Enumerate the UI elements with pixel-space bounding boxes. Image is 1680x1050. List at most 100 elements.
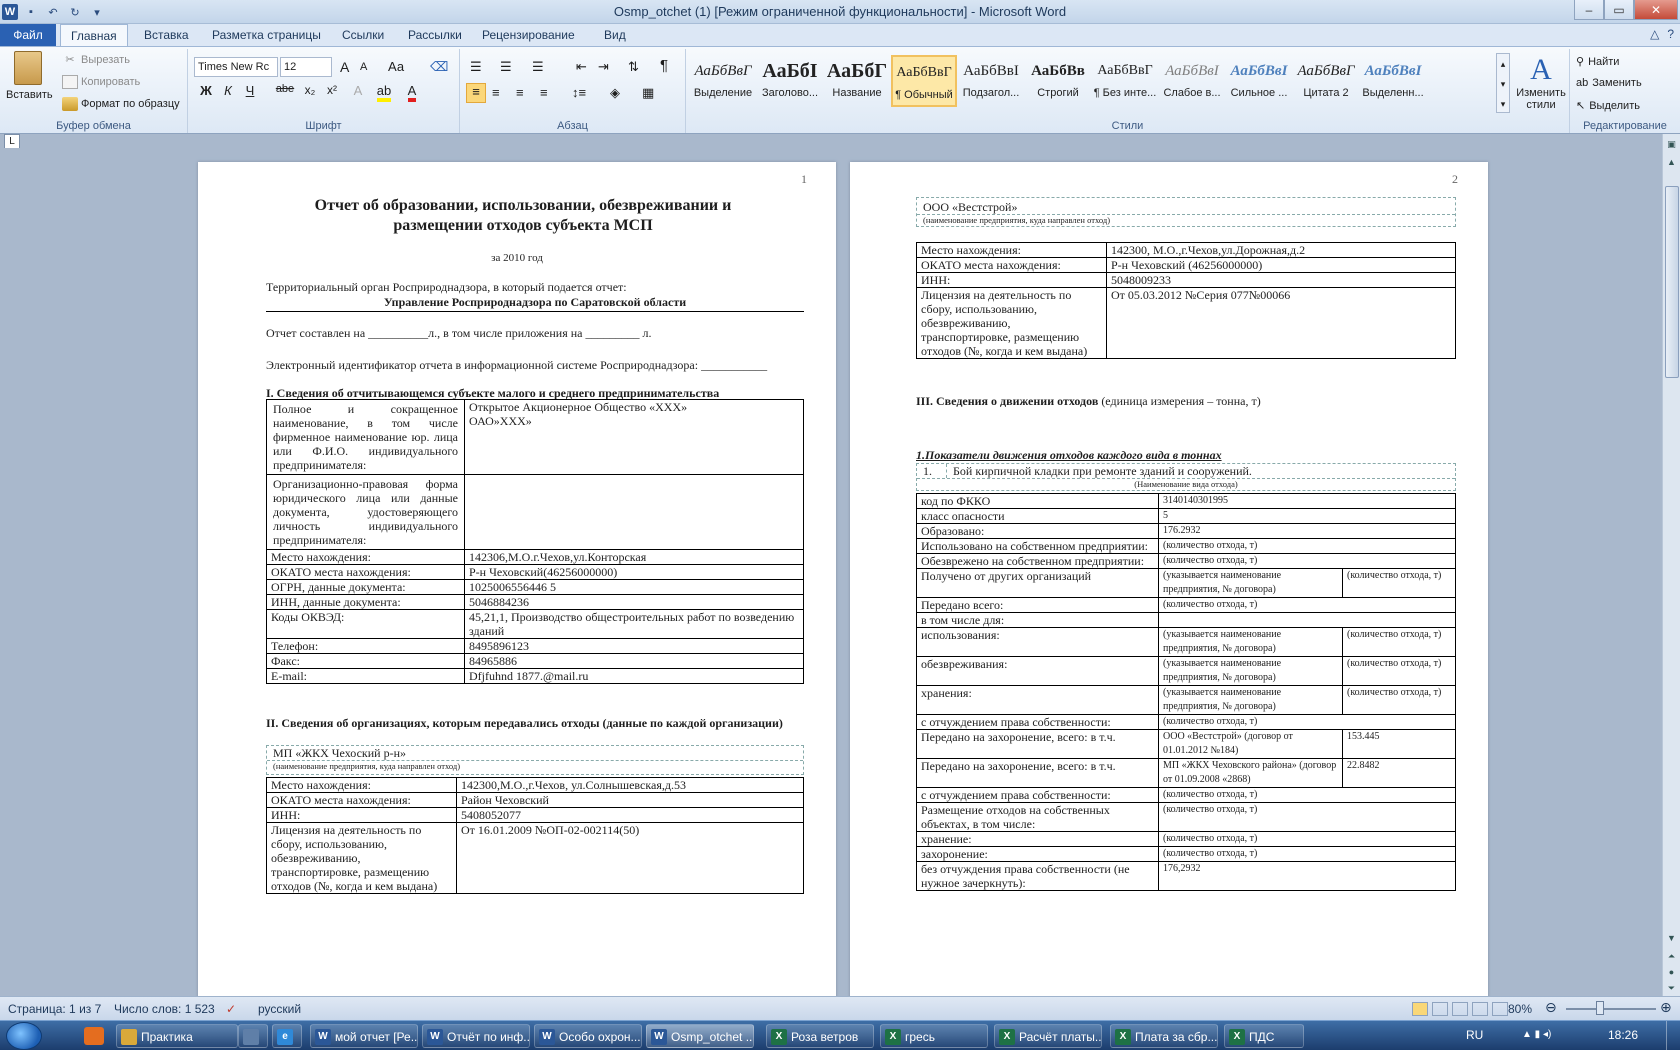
font-name-select[interactable]: Times New Rc	[194, 57, 278, 77]
taskbar-item[interactable]: Xгресь	[880, 1024, 988, 1048]
style-item[interactable]: АаБбВвІ Подзагол...	[958, 55, 1024, 107]
style-item[interactable]: АаБбВвГ ¶ Без инте...	[1092, 55, 1158, 107]
draft-icon[interactable]	[1492, 1002, 1508, 1016]
bold-button[interactable]: Ж	[196, 83, 216, 98]
cut-button[interactable]: ✂ Вырезать	[62, 53, 130, 67]
copy-button[interactable]: Копировать	[62, 75, 140, 89]
close-icon[interactable]: ✕	[1634, 0, 1678, 20]
taskbar-item[interactable]: Wмой отчет [Ре...	[310, 1024, 418, 1048]
clock[interactable]: 18:26	[1608, 1028, 1638, 1042]
style-item[interactable]: АаБбВвГ Выделение	[690, 55, 756, 107]
view-ruler-icon[interactable]: ▣	[1663, 136, 1680, 152]
multilevel-list-icon[interactable]: ☰	[532, 59, 544, 75]
line-spacing-icon[interactable]: ↕≡	[572, 85, 586, 100]
zoom-out-icon[interactable]: ⊖	[1545, 999, 1557, 1016]
style-item[interactable]: АаБбГ Название	[824, 55, 890, 107]
style-item[interactable]: АаБбВвГ ¶ Обычный	[891, 55, 957, 107]
style-item[interactable]: АаБбI Заголово...	[757, 55, 823, 107]
vertical-scrollbar[interactable]: ▣ ▲ ▼ ⏶ ● ⏷	[1662, 134, 1680, 996]
start-button[interactable]	[6, 1022, 42, 1050]
underline-button[interactable]: Ч	[240, 83, 260, 98]
decrease-indent-icon[interactable]: ⇤	[576, 59, 587, 75]
select-browse-object-icon[interactable]: ●	[1663, 964, 1680, 980]
find-button[interactable]: ⚲ Найти	[1576, 55, 1619, 68]
change-case-button[interactable]: Аа	[388, 59, 404, 74]
proofing-icon[interactable]: ✓	[226, 1002, 236, 1016]
style-item[interactable]: АаБбВвГ Цитата 2	[1293, 55, 1359, 107]
outline-icon[interactable]	[1472, 1002, 1488, 1016]
justify-icon[interactable]: ≡	[540, 85, 548, 100]
subscript-button[interactable]: x₂	[300, 83, 320, 97]
taskbar-item[interactable]: X ПДС	[1224, 1024, 1304, 1048]
scroll-up-icon[interactable]: ▲	[1663, 154, 1680, 170]
tab-references[interactable]: Ссылки	[332, 24, 394, 46]
bullets-icon[interactable]: ☰	[470, 59, 482, 75]
grow-font-button[interactable]: A	[340, 59, 349, 75]
show-desktop-button[interactable]	[1666, 1021, 1680, 1050]
help-icon[interactable]: ?	[1667, 27, 1674, 41]
style-item[interactable]: АаБбВвІ Сильное ...	[1226, 55, 1292, 107]
maximize-icon[interactable]: ▭	[1604, 0, 1634, 20]
web-layout-icon[interactable]	[1452, 1002, 1468, 1016]
next-page-icon[interactable]: ⏷	[1663, 980, 1680, 996]
highlight-icon[interactable]: ab	[374, 83, 394, 102]
zoom-in-icon[interactable]: ⊕	[1660, 999, 1672, 1016]
style-item[interactable]: АаБбВвІ Слабое в...	[1159, 55, 1225, 107]
numbering-icon[interactable]: ☰	[500, 59, 512, 75]
align-center-icon[interactable]: ≡	[492, 85, 500, 100]
taskbar-item[interactable]: X Расчёт платы...	[994, 1024, 1102, 1048]
tab-review[interactable]: Рецензирование	[472, 24, 585, 46]
taskbar-item[interactable]: W Osmp_otchet ...	[646, 1024, 754, 1048]
language-indicator[interactable]: русский	[258, 1002, 301, 1016]
tab-file[interactable]: Файл	[0, 24, 56, 46]
taskbar-item[interactable]: X Плата за сбр...	[1110, 1024, 1218, 1048]
taskbar-item[interactable]: W Особо охрон...	[534, 1024, 642, 1048]
taskbar-item[interactable]: X Роза ветров	[766, 1024, 874, 1048]
strikethrough-button[interactable]: abe	[272, 83, 298, 95]
tab-home[interactable]: Главная	[60, 24, 128, 46]
align-right-icon[interactable]: ≡	[516, 85, 524, 100]
tab-insert[interactable]: Вставка	[134, 24, 199, 46]
change-styles-button[interactable]: A Изменить стили	[1512, 53, 1570, 111]
style-item[interactable]: АаБбВвІ Выделенн...	[1360, 55, 1426, 107]
tab-mailings[interactable]: Рассылки	[398, 24, 472, 46]
shading-icon[interactable]: ◈	[610, 85, 620, 101]
minimize-ribbon-icon[interactable]: △	[1650, 27, 1659, 41]
paste-button[interactable]: Вставить	[6, 51, 53, 101]
full-screen-icon[interactable]	[1432, 1002, 1448, 1016]
style-item[interactable]: АаБбВв Строгий	[1025, 55, 1091, 107]
borders-icon[interactable]: ▦	[642, 85, 654, 101]
input-language[interactable]: RU	[1466, 1028, 1483, 1042]
text-effects-icon[interactable]: A	[348, 83, 368, 98]
scroll-down-icon[interactable]: ▼	[1663, 930, 1680, 946]
print-layout-icon[interactable]	[1412, 1002, 1428, 1016]
style-gallery-scroll[interactable]: ▴ ▾ ▾	[1496, 53, 1510, 113]
superscript-button[interactable]: x²	[322, 83, 342, 97]
italic-button[interactable]: К	[218, 83, 238, 98]
align-left-icon[interactable]: ≡	[466, 83, 486, 103]
replace-button[interactable]: ab Заменить	[1576, 77, 1642, 89]
show-formatting-icon[interactable]: ¶	[660, 57, 668, 74]
taskbar-item[interactable]	[238, 1024, 268, 1048]
media-player-icon[interactable]	[84, 1027, 104, 1045]
font-color-icon[interactable]: A	[402, 83, 422, 102]
clear-formatting-icon[interactable]: ⌫	[430, 59, 448, 75]
taskbar-item[interactable]: W Отчёт по инф...	[422, 1024, 530, 1048]
page-counter[interactable]: Страница: 1 из 7	[8, 1002, 101, 1016]
increase-indent-icon[interactable]: ⇥	[598, 59, 609, 75]
taskbar-item[interactable]: e	[272, 1024, 302, 1048]
sort-icon[interactable]: ⇅	[628, 59, 639, 75]
scrollbar-thumb[interactable]	[1665, 186, 1679, 378]
tab-view[interactable]: Вид	[594, 24, 636, 46]
minimize-icon[interactable]: –	[1574, 0, 1604, 20]
format-painter-button[interactable]: Формат по образцу	[62, 97, 180, 111]
tab-page-layout[interactable]: Разметка страницы	[202, 24, 331, 46]
taskbar-item[interactable]: Практика	[116, 1024, 238, 1048]
tray-icons[interactable]: ▲ ▮ ◂)	[1522, 1029, 1551, 1040]
word-count[interactable]: Число слов: 1 523	[114, 1002, 215, 1016]
font-size-select[interactable]: 12	[280, 57, 332, 77]
select-button[interactable]: ↖ Выделить	[1576, 99, 1640, 112]
zoom-slider[interactable]	[1566, 1008, 1656, 1010]
previous-page-icon[interactable]: ⏶	[1663, 948, 1680, 964]
zoom-slider-thumb[interactable]	[1596, 1001, 1604, 1015]
